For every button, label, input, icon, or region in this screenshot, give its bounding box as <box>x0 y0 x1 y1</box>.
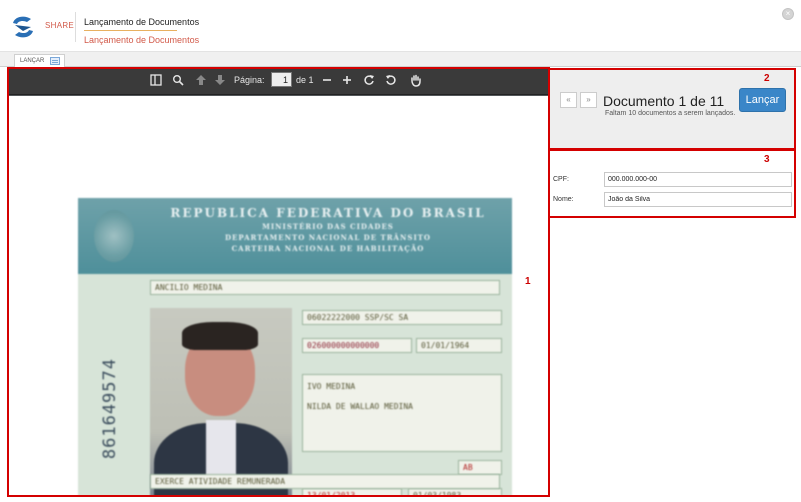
next-document-button[interactable]: » <box>580 92 597 108</box>
document-field-first-license: 01/03/1983 <box>408 488 502 496</box>
zoom-out-icon[interactable] <box>320 74 334 88</box>
launch-panel: « » Documento 1 de 11 Faltam 10 document… <box>549 69 795 149</box>
document-field-category: AB <box>458 460 502 475</box>
arrow-down-icon[interactable] <box>213 74 227 88</box>
sidebar-toggle-icon[interactable] <box>149 74 163 88</box>
rotate-counterclockwise-icon[interactable] <box>384 74 398 88</box>
prev-document-button[interactable]: « <box>560 92 577 108</box>
page-label: Página: <box>234 75 265 85</box>
cpf-field[interactable] <box>604 172 792 187</box>
name-field[interactable] <box>604 192 792 207</box>
document-field-birth: 01/01/1964 <box>416 338 502 353</box>
document-side-number: 861649574 <box>100 358 120 460</box>
zoom-in-icon[interactable] <box>340 74 354 88</box>
document-image: REPUBLICA FEDERATIVA DO BRASIL MINISTÉRI… <box>78 198 512 496</box>
page-number-input[interactable] <box>271 72 292 87</box>
tab-lancar-label: LANÇAR <box>20 58 45 64</box>
document-photo <box>150 308 292 496</box>
search-icon[interactable] <box>171 74 185 88</box>
rotate-clockwise-icon[interactable] <box>362 74 376 88</box>
form-icon <box>50 57 61 65</box>
annotation-marker-1: 1 <box>525 276 531 287</box>
tab-strip: LANÇAR <box>0 52 801 67</box>
page-total: de 1 <box>296 75 314 85</box>
lancar-button[interactable]: Lançar <box>739 88 786 112</box>
document-header-text: REPUBLICA FEDERATIVA DO BRASIL MINISTÉRI… <box>170 206 486 253</box>
close-button[interactable]: × <box>782 8 794 20</box>
annotation-marker-2: 2 <box>764 73 770 84</box>
remaining-documents-note: Faltam 10 documentos a serem lançados. <box>605 110 736 117</box>
header-divider <box>75 12 76 42</box>
share-logo-icon <box>13 16 33 38</box>
document-field-cpf: 026000000000000 <box>302 338 412 353</box>
tab-lancar[interactable]: LANÇAR <box>14 54 66 67</box>
document-field-validity: 13/01/2013 <box>302 488 402 496</box>
brazil-emblem-icon <box>94 210 134 262</box>
document-field-rg: 06022222000 SSP/SC SA <box>302 310 502 325</box>
page-subtitle: Lançamento de Documentos <box>84 35 200 45</box>
document-viewer: Página: de 1 REPUBLICA FEDERATIVA DO BRA… <box>8 68 549 496</box>
document-page: REPUBLICA FEDERATIVA DO BRASIL MINISTÉRI… <box>8 96 549 496</box>
brand-name: SHARE <box>45 21 75 30</box>
viewer-toolbar: Página: de 1 <box>8 68 549 95</box>
title-underline <box>84 30 177 31</box>
name-label: Nome: <box>553 196 574 203</box>
hand-tool-icon[interactable] <box>408 74 422 88</box>
document-header-band: REPUBLICA FEDERATIVA DO BRASIL MINISTÉRI… <box>78 198 512 274</box>
arrow-up-icon[interactable] <box>194 74 208 88</box>
document-field-name: ANCILIO MEDINA <box>150 280 500 295</box>
document-field-observation: EXERCE ATIVIDADE REMUNERADA <box>150 474 500 489</box>
document-counter: Documento 1 de 11 <box>603 93 725 109</box>
annotation-marker-3: 3 <box>764 154 770 165</box>
page-title: Lançamento de Documentos <box>84 17 200 27</box>
document-field-parents: IVO MEDINA NILDA DE WALLAO MEDINA <box>302 374 502 452</box>
cpf-label: CPF: <box>553 176 569 183</box>
document-form: CPF: Nome: <box>549 150 795 218</box>
app-header: SHARE Lançamento de Documentos Lançament… <box>0 0 801 52</box>
